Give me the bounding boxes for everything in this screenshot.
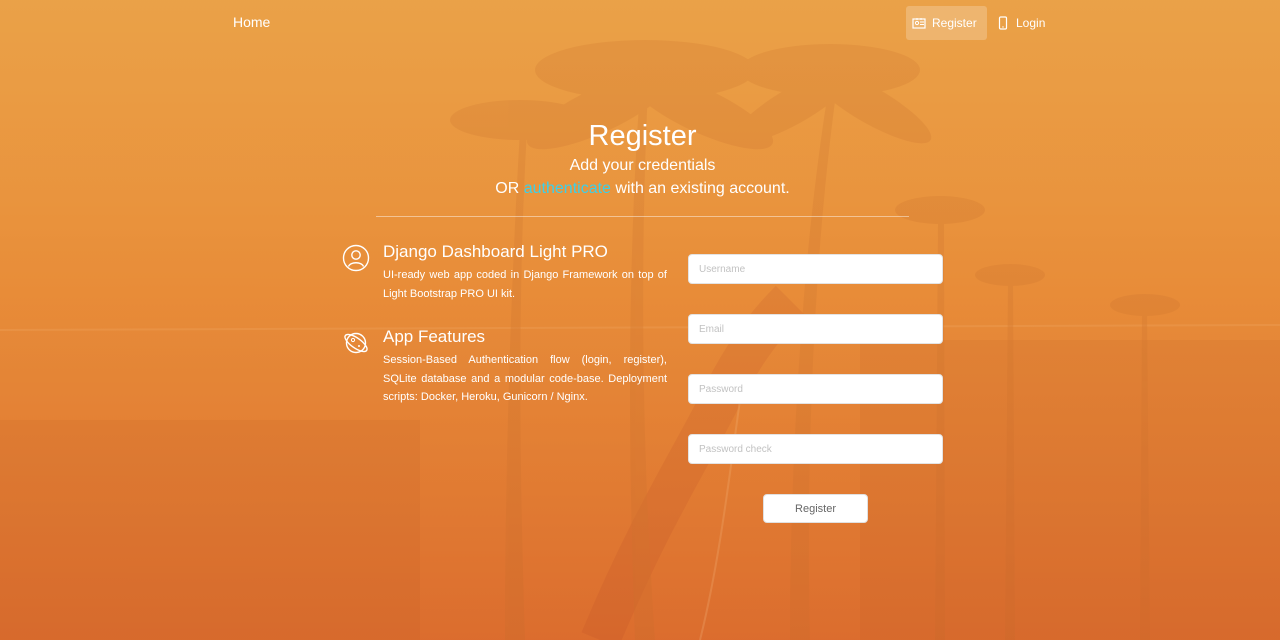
authenticate-link[interactable]: authenticate (524, 180, 611, 197)
password-input[interactable] (688, 374, 943, 404)
password-check-input[interactable] (688, 434, 943, 464)
background-image (0, 0, 1280, 640)
username-input[interactable] (688, 254, 943, 284)
feature-text: UI-ready web app coded in Django Framewo… (383, 269, 667, 300)
auth-line: OR authenticate with an existing account… (0, 177, 1280, 200)
register-submit-button[interactable]: Register (763, 494, 868, 523)
nav-login-link[interactable]: Login (990, 6, 1056, 40)
header-divider (376, 216, 909, 217)
feature-app: App Features Session-Based Authenticatio… (342, 327, 667, 407)
feature-dashboard: Django Dashboard Light PRO UI-ready web … (342, 242, 667, 303)
feature-title: App Features (383, 327, 486, 346)
user-circle-icon (342, 244, 370, 272)
nav-register-label: Register (932, 16, 977, 30)
email-input[interactable] (688, 314, 943, 344)
page-title: Register (588, 120, 697, 152)
page-subtitle: Add your credentials (569, 157, 716, 174)
register-header: Register Add your credentials OR authent… (0, 118, 1280, 200)
id-card-icon (912, 16, 926, 30)
auth-line-suffix: with an existing account. (610, 180, 790, 197)
top-navbar: Home Register Login (0, 0, 1280, 45)
nav-home-link[interactable]: Home (233, 14, 270, 30)
mobile-phone-icon (996, 16, 1010, 30)
nav-login-label: Login (1016, 16, 1046, 30)
feature-text: Session-Based Authentication flow (login… (383, 354, 667, 403)
nav-register-link[interactable]: Register (906, 6, 987, 40)
feature-title: Django Dashboard Light PRO (383, 242, 608, 261)
auth-line-prefix: OR (495, 180, 524, 197)
planet-icon (342, 329, 370, 357)
